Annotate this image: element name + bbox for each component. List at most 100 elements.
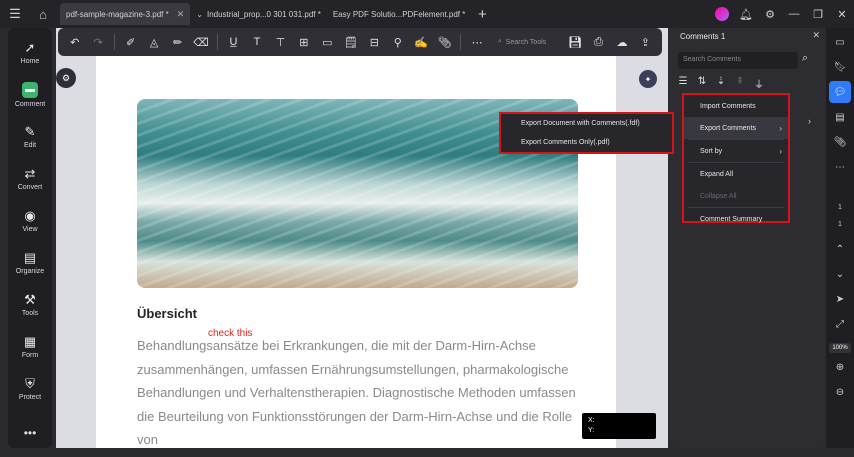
highlight-icon[interactable]: ✐ xyxy=(120,31,141,53)
menu-export-comments[interactable]: Export Comments › xyxy=(684,117,788,139)
more-icon[interactable]: ••• xyxy=(24,426,37,440)
coordinate-readout: X: Y: xyxy=(582,413,656,439)
tab-label: Easy PDF Solutio...PDFelement.pdf * xyxy=(332,9,466,19)
ai-assistant-icon[interactable]: ✦ xyxy=(639,70,657,88)
nav-edit[interactable]: ✎ Edit xyxy=(8,116,52,158)
measure-icon[interactable]: ⊟ xyxy=(364,31,385,53)
left-nav: ➚ Home ▬ Comment ✎ Edit ⇄ Convert ◉ View… xyxy=(8,28,52,448)
tab-label: Industrial_prop...0 301 031.pdf * xyxy=(206,9,321,19)
nav-form[interactable]: ▦ Form xyxy=(8,326,52,368)
redo-icon[interactable]: ↷ xyxy=(87,31,108,53)
page-thumbnail-icon[interactable]: ▭ xyxy=(829,31,851,53)
close-panel-icon[interactable]: ✕ xyxy=(812,30,820,41)
coord-x-label: X: xyxy=(588,417,595,424)
nav-tools[interactable]: ⚒ Tools xyxy=(8,284,52,326)
avatar[interactable] xyxy=(710,7,734,21)
chevron-down-icon[interactable]: ⌄ xyxy=(829,263,851,285)
nav-convert[interactable]: ⇄ Convert xyxy=(8,158,52,200)
stamp-icon[interactable]: ⚲ xyxy=(387,31,408,53)
nav-label: Home xyxy=(20,58,40,65)
more-icon[interactable]: ⋯ xyxy=(829,156,851,178)
textbox-icon[interactable]: ⊤ xyxy=(270,31,291,53)
nav-home[interactable]: ➚ Home xyxy=(8,32,52,74)
underline-icon[interactable]: U̲ xyxy=(223,31,244,53)
close-window-icon[interactable]: ✕ xyxy=(830,8,854,21)
comments-search-input[interactable]: Search Comments xyxy=(678,52,798,69)
tab-document-2[interactable]: ⌄ Industrial_prop...0 301 031.pdf * xyxy=(190,3,327,25)
menu-icon[interactable]: ☰ xyxy=(4,3,26,25)
restore-icon[interactable]: ❐ xyxy=(806,8,830,21)
nav-comment[interactable]: ▬ Comment xyxy=(8,74,52,116)
bookmark-icon[interactable]: 🔖︎ xyxy=(829,56,851,78)
nav-protect[interactable]: ⛨ Protect xyxy=(8,368,52,410)
tab-document-1[interactable]: pdf-sample-magazine-3.pdf * ✕ xyxy=(60,3,191,25)
menu-import-comments[interactable]: Import Comments xyxy=(684,95,788,117)
attachment-icon[interactable]: 📎︎ xyxy=(434,31,455,53)
filter-icon[interactable]: ⏚ xyxy=(752,76,766,91)
attachment-icon[interactable]: 📎︎ xyxy=(829,131,851,153)
more-tools-icon[interactable]: ⋯ xyxy=(466,31,487,53)
submenu-export-comments-pdf[interactable]: Export Comments Only(.pdf) xyxy=(501,133,672,152)
shape-icon[interactable]: ▭ xyxy=(317,31,338,53)
comments-panel-icon[interactable]: 💬︎ xyxy=(829,81,851,103)
new-tab-icon[interactable]: + xyxy=(471,3,493,25)
menu-collapse-all: Collapse All xyxy=(684,185,788,207)
eye-icon: ◉ xyxy=(24,208,36,223)
menu-comment-summary[interactable]: Comment Summary xyxy=(684,208,788,230)
chevron-up-icon[interactable]: ⌃ xyxy=(829,238,851,260)
tool-search[interactable]: ⌕ Search Tools xyxy=(498,38,562,46)
divider xyxy=(216,34,218,50)
properties-icon[interactable]: ▤ xyxy=(829,106,851,128)
nav-view[interactable]: ◉ View xyxy=(8,200,52,242)
share-icon[interactable]: ⇪ xyxy=(635,31,656,53)
gear-icon[interactable]: ⚙ xyxy=(758,8,782,21)
nav-organize[interactable]: ▤ Organize xyxy=(8,242,52,284)
convert-icon: ⇄ xyxy=(24,166,36,181)
list-menu-icon[interactable]: ☰ xyxy=(676,76,690,91)
chevron-right-icon: › xyxy=(808,116,811,126)
adjust-icon[interactable]: ⚙ xyxy=(56,68,76,88)
close-tab-icon[interactable]: ✕ xyxy=(177,9,185,20)
zoom-out-icon[interactable]: ⊖ xyxy=(829,381,851,403)
note-icon[interactable]: 🗒︎ xyxy=(340,31,361,53)
menu-label: Expand All xyxy=(700,170,734,178)
tab-document-3[interactable]: Easy PDF Solutio...PDFelement.pdf * xyxy=(327,3,472,25)
bell-icon[interactable]: 🔔︎ xyxy=(734,8,758,21)
menu-expand-all[interactable]: Expand All xyxy=(684,163,788,185)
callout-icon[interactable]: ⊞ xyxy=(293,31,314,53)
sort-icon[interactable]: ⇅ xyxy=(695,76,709,91)
cloud-upload-icon[interactable]: ☁ xyxy=(611,31,632,53)
zoom-level[interactable]: 100% xyxy=(829,343,851,353)
form-icon: ▦ xyxy=(23,334,37,349)
nav-label: Edit xyxy=(23,142,37,149)
comment-toolbar: ↶ ↷ ✐ ◬ ✏ ⌫ U̲ T ⊤ ⊞ ▭ 🗒︎ ⊟ ⚲ ✍ 📎︎ ⋯ ⌕ S… xyxy=(58,28,662,56)
export-submenu: Export Document with Comments(.fdf) Expo… xyxy=(499,112,674,154)
right-rail: ▭ 🔖︎ 💬︎ ▤ 📎︎ ⋯ 1 1 ⌃ ⌄ ➤ ⤢ 100% ⊕ ⊖ xyxy=(826,28,854,448)
menu-label: Comment Summary xyxy=(700,215,763,223)
pencil-icon[interactable]: ✏ xyxy=(167,31,188,53)
home-icon[interactable]: ⌂ xyxy=(32,3,54,25)
search-icon[interactable]: ⌕ xyxy=(802,52,808,65)
minimize-icon[interactable]: — xyxy=(782,8,806,20)
organize-icon: ▤ xyxy=(23,250,37,265)
fit-page-icon[interactable]: ⤢ xyxy=(829,313,851,335)
select-cursor-icon[interactable]: ➤ xyxy=(829,288,851,310)
tools-icon: ⚒ xyxy=(24,292,36,307)
sort-desc-icon[interactable]: ⇣ xyxy=(714,76,728,91)
nav-label: Protect xyxy=(18,394,42,401)
signature-icon[interactable]: ✍ xyxy=(411,31,432,53)
collapse-icon: ⇞ xyxy=(735,76,745,87)
eraser-icon[interactable]: ⌫ xyxy=(190,31,211,53)
area-highlight-icon[interactable]: ◬ xyxy=(143,31,164,53)
print-icon[interactable]: ⎙ xyxy=(588,31,609,53)
zoom-in-icon[interactable]: ⊕ xyxy=(829,356,851,378)
submenu-export-document-fdf[interactable]: Export Document with Comments(.fdf) xyxy=(501,114,672,133)
body-paragraph: Behandlungsansätze bei Erkrankungen, die… xyxy=(137,338,576,447)
text-icon[interactable]: T xyxy=(246,31,267,53)
menu-sort-by[interactable]: Sort by › xyxy=(684,140,788,162)
save-icon[interactable]: 💾︎ xyxy=(564,31,585,53)
undo-icon[interactable]: ↶ xyxy=(64,31,85,53)
menu-label: Export Comments xyxy=(700,124,757,132)
divider xyxy=(460,34,462,50)
page-number-input[interactable]: 1 xyxy=(838,204,842,211)
